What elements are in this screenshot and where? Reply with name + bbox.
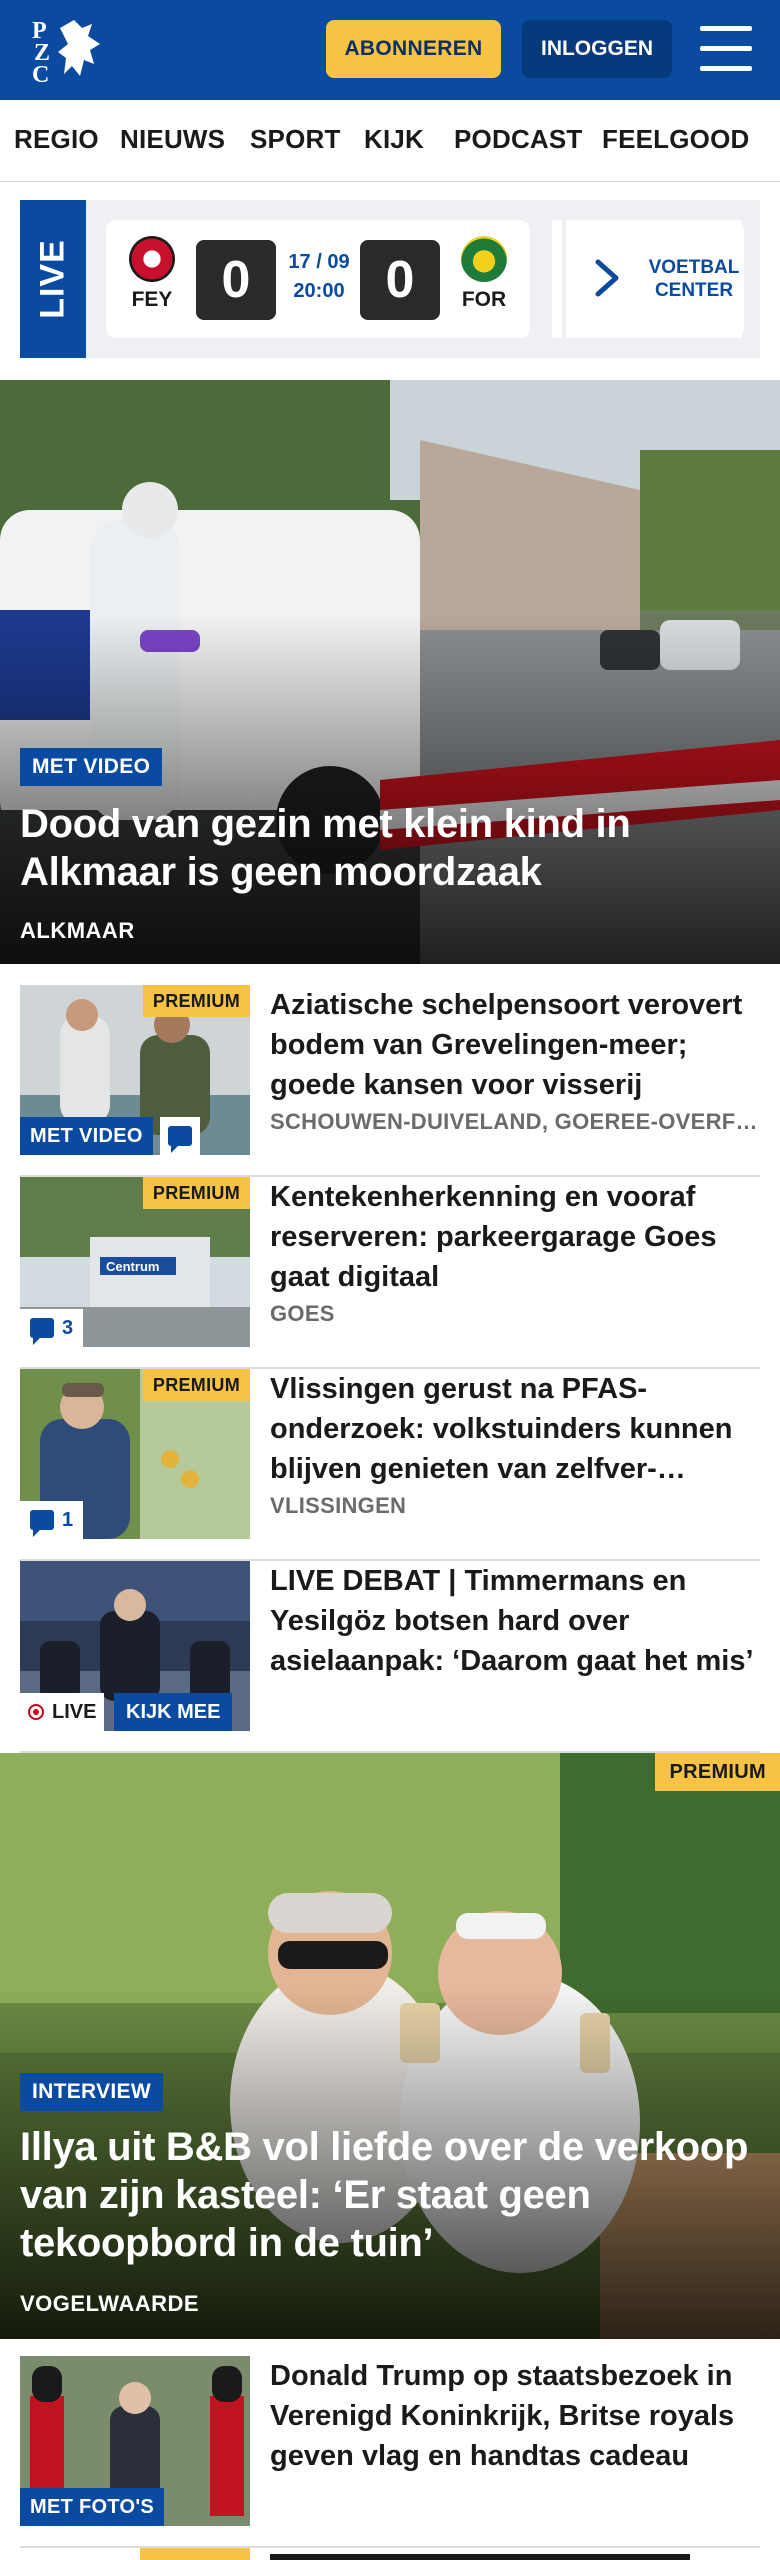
list-item[interactable]: LIVE KIJK MEE LIVE DEBAT | Timmermans en… — [20, 1561, 760, 1753]
away-score: 0 — [360, 240, 440, 320]
comment-count: 1 — [62, 1508, 74, 1531]
article-location: SCHOUWEN-DUIVELAND, GOEREE-OVERFLAKKEE — [270, 1109, 760, 1134]
next-matches-card[interactable]: VOETBAL CENTER — [552, 220, 744, 338]
home-score: 0 — [196, 240, 276, 320]
match-date: 17 / 09 — [288, 251, 350, 273]
pzc-logo-mark: P Z C — [32, 18, 100, 86]
article-title: Vlissingen gerust na PFAS-onderzoek: vol… — [270, 1373, 733, 1485]
nav-item-nieuws[interactable]: NIEUWS — [120, 124, 225, 155]
svg-text:C: C — [32, 62, 49, 86]
match-datetime: 17 / 09 20:00 — [282, 248, 356, 306]
article-thumbnail: Centrum PREMIUM 3 — [20, 1177, 250, 1347]
premium-badge: PREMIUM — [655, 1753, 780, 1791]
photos-label: MET FOTO'S — [20, 2488, 165, 2526]
comment-icon — [30, 1510, 54, 1537]
list-item[interactable]: MET FOTO'S Donald Trump op staatsbezoek … — [20, 2356, 760, 2548]
comment-icon — [30, 1318, 54, 1345]
watch-button[interactable]: KIJK MEE — [114, 1693, 233, 1731]
hamburger-icon[interactable] — [700, 26, 752, 72]
comments-indicator[interactable] — [160, 1117, 200, 1155]
subscribe-button[interactable]: ABONNEREN — [326, 20, 501, 78]
article-location: GOES — [270, 1301, 335, 1326]
premium-badge-partial — [140, 2548, 250, 2560]
site-header: P Z C ABONNEREN INLOGGEN — [0, 0, 780, 100]
live-indicator: LIVE — [20, 1693, 105, 1731]
svg-text:Centrum: Centrum — [106, 1259, 159, 1274]
article-thumbnail: PREMIUM 1 — [20, 1369, 250, 1539]
feyenoord-badge-icon — [129, 236, 175, 282]
live-scoreboard: LIVE FEY 0 17 / 09 20:00 0 FOR VOETBAL C… — [20, 200, 760, 358]
video-label: MET VIDEO — [20, 748, 163, 786]
fortuna-badge-icon — [461, 236, 507, 282]
article-title: Donald Trump op staatsbezoek in Verenigd… — [270, 2360, 735, 2472]
comments-indicator[interactable]: 1 — [20, 1501, 84, 1539]
article-thumbnail: LIVE KIJK MEE — [20, 1561, 250, 1731]
hero-location: ALKMAAR — [20, 918, 135, 943]
hero-location: VOGELWAARDE — [20, 2291, 200, 2316]
list-item[interactable]: Centrum PREMIUM 3 Kentekenherkenning en … — [20, 1177, 760, 1369]
video-label: MET VIDEO — [20, 1117, 153, 1155]
article-thumbnail: PREMIUM MET VIDEO — [20, 985, 250, 1155]
voetbal-center-link[interactable]: VOETBAL CENTER — [644, 220, 744, 338]
list-item[interactable]: PREMIUM 1 Vlissingen gerust na PFAS-onde… — [20, 1369, 760, 1561]
premium-badge: PREMIUM — [142, 1177, 250, 1209]
away-team-name: FOR — [461, 288, 507, 311]
match-time: 20:00 — [293, 280, 345, 302]
article-location: VLISSINGEN — [270, 1493, 407, 1518]
hero-article-alkmaar[interactable]: MET VIDEO Dood van gezin met klein kind … — [0, 380, 780, 964]
nav-item-feelgood[interactable]: FEELGOOD — [602, 124, 750, 155]
home-team-name: FEY — [131, 288, 173, 311]
article-title: Kentekenherkenning en vooraf reserveren:… — [270, 1181, 717, 1293]
next-article-title-partial[interactable] — [270, 2548, 730, 2560]
nav-item-podcast[interactable]: PODCAST — [454, 124, 583, 155]
nav-item-regio[interactable]: REGIO — [14, 124, 99, 155]
nav-item-kijk[interactable]: KIJK — [364, 124, 424, 155]
match-card[interactable]: FEY 0 17 / 09 20:00 0 FOR — [106, 220, 530, 338]
premium-badge: PREMIUM — [142, 985, 250, 1017]
login-button[interactable]: INLOGGEN — [522, 20, 672, 78]
list-item[interactable]: PREMIUM MET VIDEO Aziatische schelpensoo… — [20, 985, 760, 1177]
nav-item-sport[interactable]: SPORT — [250, 124, 341, 155]
chevron-right-icon[interactable] — [592, 258, 622, 298]
article-title: LIVE DEBAT | Timmermans en Yesilgöz bots… — [270, 1565, 754, 1677]
section-nav: REGIO NIEUWS SPORT KIJK PODCAST FEELGOOD — [0, 100, 780, 182]
article-thumbnail: MET FOTO'S — [20, 2356, 250, 2526]
hero-title: Illya uit B&B vol liefde over de verkoop… — [20, 2125, 749, 2265]
away-club: FOR — [454, 236, 514, 312]
live-dot-icon — [28, 1704, 44, 1720]
card-divider — [552, 220, 566, 338]
comment-count: 3 — [62, 1316, 74, 1339]
voetbal-center-line1: VOETBAL — [648, 257, 740, 278]
comments-indicator[interactable]: 3 — [20, 1309, 84, 1347]
comment-icon — [168, 1126, 192, 1153]
premium-badge: PREMIUM — [142, 1369, 250, 1401]
hero-article-kasteel[interactable]: PREMIUM INTERVIEW Illya uit B&B vol lief… — [0, 1753, 780, 2339]
home-club: FEY — [122, 236, 182, 312]
live-label: LIVE — [52, 1700, 97, 1723]
article-title: Aziatische schelpensoort verovert bodem … — [270, 989, 743, 1101]
hero-overlay — [0, 613, 780, 964]
nav-scroll-fade — [750, 100, 780, 181]
voetbal-center-line2: CENTER — [654, 280, 734, 301]
hero-title: Dood van gezin met klein kind in Alkmaar… — [20, 802, 631, 894]
pzc-logo[interactable]: P Z C — [30, 14, 110, 86]
live-tag: LIVE — [20, 200, 86, 358]
interview-label: INTERVIEW — [20, 2073, 163, 2111]
